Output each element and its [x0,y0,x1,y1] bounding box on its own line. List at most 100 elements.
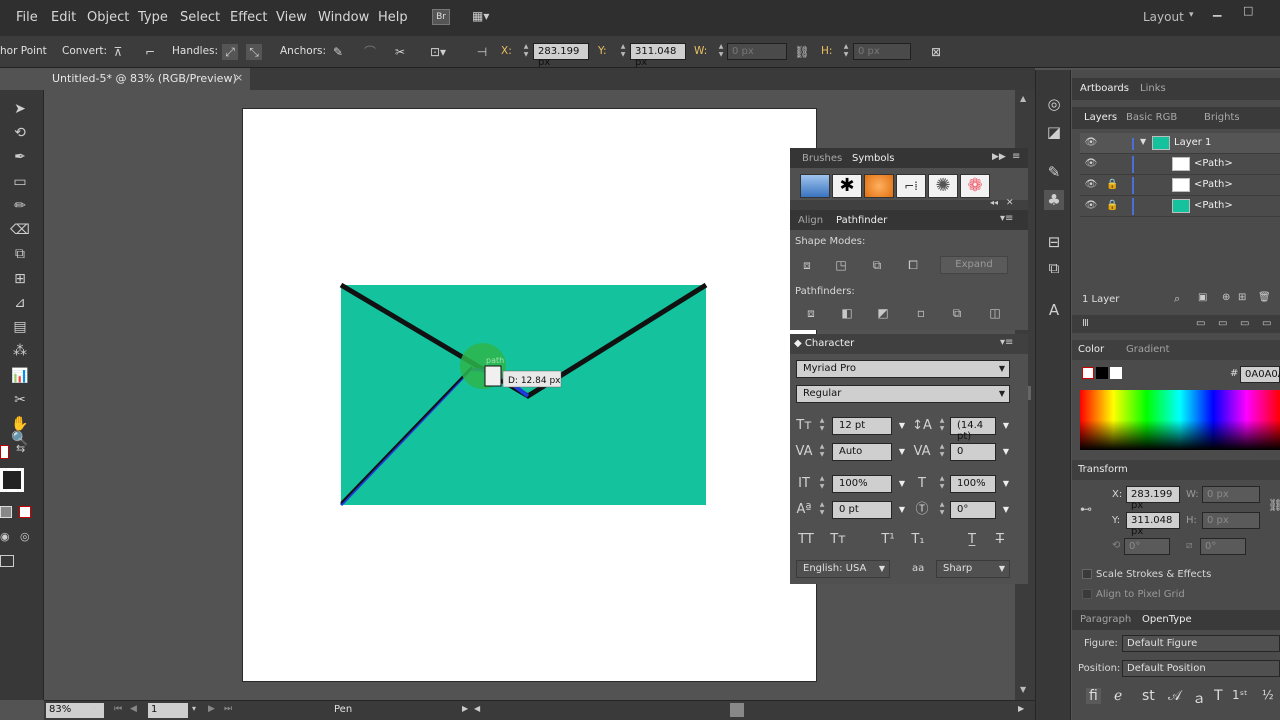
swap-fill-stroke-icon[interactable]: ⇆ [16,442,25,455]
convert-smooth-icon[interactable]: ⌐ [142,44,158,60]
menu-effect[interactable]: Effect [230,10,267,25]
graph-tool-icon[interactable]: 📊 [8,365,32,387]
convert-corner-icon[interactable]: ⊼ [110,44,126,60]
tab-links[interactable]: Links [1140,83,1166,94]
collapse-panel-icon[interactable]: ▶▶ [992,152,1006,162]
gradient-tool-icon[interactable]: ▤ [8,316,32,338]
horizontal-scale-field[interactable]: 100% ▼ [950,475,1009,493]
align-pixel-checkbox[interactable] [1082,589,1092,599]
transform-h-field[interactable]: 0 px [1202,512,1260,529]
last-artboard-icon[interactable]: ⏭ [224,704,232,714]
lock-icon[interactable]: 🔒 [1106,179,1118,191]
minus-front-icon[interactable]: ◳ [832,256,850,274]
h-spinner[interactable]: ▲ ▼ [842,43,850,60]
transform-w-field[interactable]: 0 px [1202,486,1260,503]
hscroll-right-icon[interactable]: ▶ [1018,704,1024,713]
vertical-scale-field[interactable]: 100% ▼ [832,475,905,493]
character-panel-icon[interactable]: A [1044,300,1064,320]
visibility-eye-icon[interactable]: 👁 [1084,137,1098,149]
baseline-shift-spinner[interactable]: ▲ ▼ [818,501,826,518]
new-layer-icon[interactable]: ⊞ [1238,292,1246,303]
exclude-icon[interactable]: ⧠ [904,256,922,274]
layer-row[interactable]: 👁 ▼ Layer 1 [1080,133,1280,154]
previous-artboard-icon[interactable]: ◀ [130,704,137,714]
leading-field[interactable]: (14.4 pt) ▼ [950,417,1009,442]
menu-select[interactable]: Select [180,10,220,25]
maximize-icon[interactable]: □ [1243,4,1257,18]
scroll-down-icon[interactable]: ▼ [1020,685,1026,694]
hide-handles-icon[interactable]: ⤡ [246,44,262,60]
hscroll-thumb[interactable] [730,703,744,717]
pathfinder-menu-icon[interactable]: ▾≡ [1000,213,1013,224]
path-name[interactable]: <Path> [1194,179,1233,190]
symbol-splatter[interactable]: ✱ [832,174,862,198]
delete-layer-icon[interactable]: 🗑 [1258,292,1271,303]
constrain-link-icon[interactable]: ⛓ [794,44,810,60]
trim-icon[interactable]: ◧ [838,304,856,322]
document-tab[interactable]: Untitled-5* @ 83% (RGB/Preview) × [44,68,250,90]
merge-icon[interactable]: ◩ [874,304,892,322]
brushes-panel-icon[interactable]: ✎ [1044,162,1064,182]
show-handles-icon[interactable]: ⤢ [222,44,238,60]
figure-dropdown[interactable]: Default Figure [1122,635,1280,652]
transform-x-field[interactable]: 283.199 px [1126,486,1180,511]
intersect-icon[interactable]: ⧉ [868,256,886,274]
tab-gradient[interactable]: Gradient [1126,344,1170,355]
character-title[interactable]: ◆ Character [794,338,854,349]
kerning-spinner[interactable]: ▲ ▼ [818,443,826,460]
next-artboard-icon[interactable]: ▶ [208,704,215,714]
tab-paragraph[interactable]: Paragraph [1080,614,1131,625]
horizontal-scale-spinner[interactable]: ▲ ▼ [938,475,946,492]
transform-y-field[interactable]: 311.048 px [1126,512,1180,537]
symbol-sprayer-tool-icon[interactable]: ⁂ [8,340,32,362]
w-field[interactable]: 0 px [727,43,787,60]
close-tab-icon[interactable]: × [234,71,243,84]
y-spinner[interactable]: ▲ ▼ [619,43,627,60]
discretionary-ligatures-icon[interactable]: st [1142,688,1155,704]
menu-edit[interactable]: Edit [51,10,76,25]
color-spectrum[interactable] [1080,390,1280,450]
menu-help[interactable]: Help [378,10,408,25]
scroll-up-icon[interactable]: ▲ [1020,94,1026,103]
clipping-mask-icon[interactable]: ▣ [1198,292,1207,303]
stroke-swatch[interactable] [0,468,24,492]
titling-alternates-icon[interactable]: T [1214,688,1223,704]
crop-icon[interactable]: ▫ [912,304,930,322]
align-icon[interactable]: ⊣ [474,44,490,60]
layer-name[interactable]: Layer 1 [1174,137,1211,148]
subscript-icon[interactable]: T₁ [908,531,928,549]
align-panel-icon[interactable]: ⊟ [1044,232,1064,252]
tab-brights[interactable]: Brights [1204,112,1240,123]
panel-menu-icon[interactable]: ≡ [1012,151,1020,162]
fill-swatch[interactable] [0,445,9,459]
tracking-field[interactable]: 0 ▼ [950,443,1009,461]
strikethrough-icon[interactable]: T̶ [990,531,1010,549]
symbol-pattern[interactable]: ⌐⁞ [896,174,926,198]
eraser-tool-icon[interactable]: ⌫ [8,219,32,241]
draw-mode-icon[interactable]: ◉ [0,530,10,543]
x-spinner[interactable]: ▲ ▼ [522,43,530,60]
w-spinner[interactable]: ▲ ▼ [717,43,725,60]
hscroll-left-icon[interactable]: ◀ [474,704,480,713]
leading-spinner[interactable]: ▲ ▼ [938,417,946,434]
menu-type[interactable]: Type [138,10,168,25]
font-size-spinner[interactable]: ▲ ▼ [818,417,826,434]
tracking-spinner[interactable]: ▲ ▼ [938,443,946,460]
artboard[interactable]: path D: 12.84 px [242,108,817,682]
none-mode-icon[interactable] [19,506,31,518]
color-mode-icon[interactable] [0,506,12,518]
none-color-swatch[interactable] [1082,367,1094,379]
menu-window[interactable]: Window [318,10,369,25]
contextual-alternates-icon[interactable]: ℯ [1114,688,1122,704]
artboard-number-field[interactable]: 1 [148,703,188,718]
lasso-tool-icon[interactable]: ⟲ [8,122,32,144]
visibility-eye-icon[interactable]: 👁 [1084,158,1098,170]
screen-mode-icon[interactable]: ◎ [20,530,30,543]
hex-field[interactable]: 0A0A0A [1240,366,1280,383]
character-rotation-spinner[interactable]: ▲ ▼ [938,501,946,518]
expand-button[interactable]: Expand [940,256,1008,274]
all-caps-icon[interactable]: TT [796,531,816,549]
layer-row[interactable]: 👁 🔒 <Path> [1080,175,1280,196]
rotate-field[interactable]: 0° [1124,538,1170,555]
outline-icon[interactable]: ⧉ [948,304,966,322]
